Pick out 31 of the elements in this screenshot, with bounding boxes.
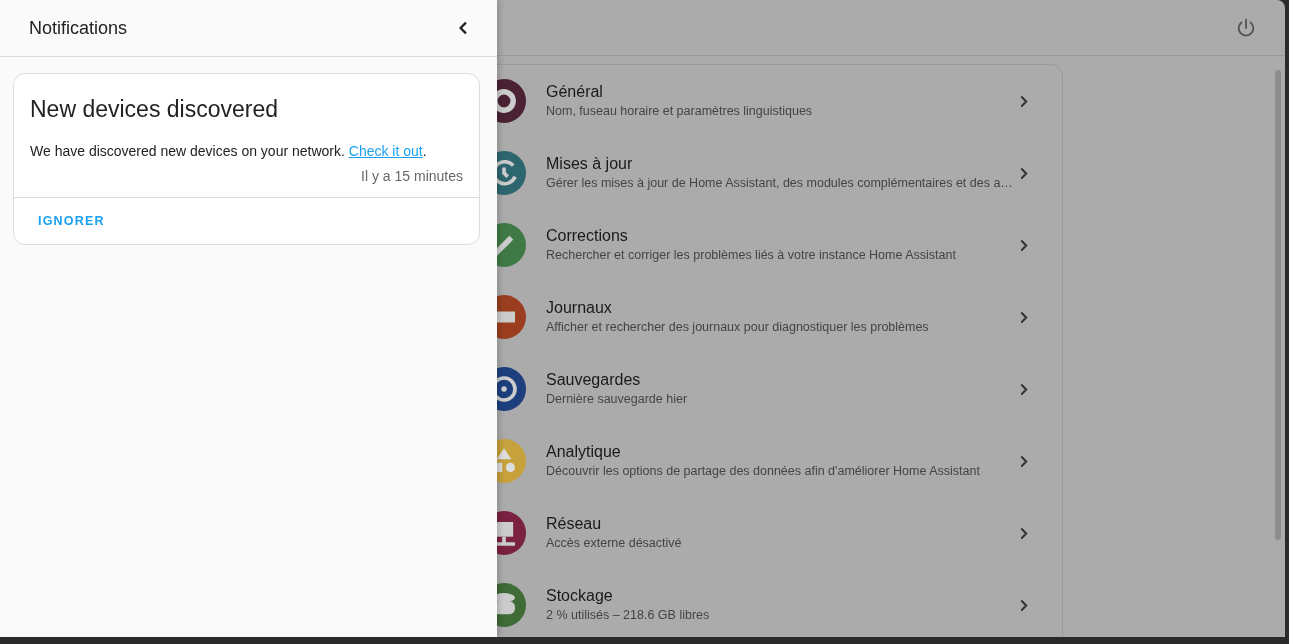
item-title: Mises à jour xyxy=(546,154,634,174)
chevron-right-icon xyxy=(1020,238,1028,252)
notification-title: New devices discovered xyxy=(29,95,279,124)
item-description: Rechercher et corriger les problèmes liés à votre instance Home Assistant xyxy=(546,247,957,264)
item-description: Accès externe désactivé xyxy=(546,535,683,552)
item-description: Afficher et rechercher des journaux pour diagnostiquer les problèmes xyxy=(546,319,930,336)
chevron-left-icon[interactable] xyxy=(459,21,467,35)
item-title: Analytique xyxy=(546,442,622,462)
item-description: Nom, fuseau horaire et paramètres linguistiques xyxy=(546,103,814,120)
chevron-right-icon xyxy=(1020,382,1028,396)
item-title: Général xyxy=(546,82,604,102)
item-title: Sauvegardes xyxy=(546,370,642,390)
item-description: 2 % utilisés – 218.6 GB libres xyxy=(546,607,711,624)
power-icon[interactable] xyxy=(1235,16,1257,39)
item-title: Corrections xyxy=(546,226,629,246)
notification-time: Il y a 15 minutes xyxy=(360,166,464,186)
notification-message: We have discovered new devices on your network. Check it out. xyxy=(29,141,428,161)
drawer-title: Notifications xyxy=(29,16,128,40)
scrollbar-thumb[interactable] xyxy=(1275,70,1281,540)
chevron-right-icon xyxy=(1020,310,1028,324)
chevron-right-icon xyxy=(1020,454,1028,468)
chevron-right-icon xyxy=(1020,94,1028,108)
chevron-right-icon xyxy=(1020,166,1028,180)
item-description: Découvrir les options de partage des données afin d'améliorer Home Assistant xyxy=(546,463,981,480)
item-title: Stockage xyxy=(546,586,614,606)
item-title: Réseau xyxy=(546,514,603,534)
item-description: Dernière sauvegarde hier xyxy=(546,391,689,408)
item-title: Journaux xyxy=(546,298,613,318)
item-description: Gérer les mises à jour de Home Assistant, des modules complémentaires et des a… xyxy=(546,175,1014,192)
chevron-right-icon xyxy=(1020,598,1028,612)
chevron-right-icon xyxy=(1020,526,1028,540)
